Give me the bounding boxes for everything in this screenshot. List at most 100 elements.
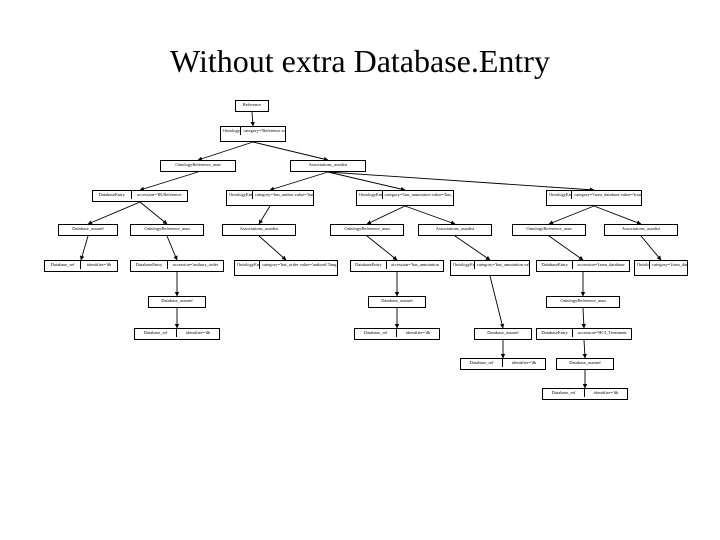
diagram-node-cell: DatabaseEntry [537,261,572,269]
diagram-node: DatabaseEntryaccession='has_annotation [350,260,444,272]
diagram-edge [549,206,594,224]
diagram-node-cell: Database_ref [543,389,584,397]
diagram-edge [594,206,641,224]
diagram-node-cell: OntologyEntry [635,261,649,269]
diagram-node-cell: Database_ref [355,329,396,337]
diagram-node-cell: Associations_assnlist [419,225,491,233]
diagram-node-cell: Database_ref [461,359,502,367]
diagram-edge [198,142,253,160]
diagram-edge [88,202,140,224]
diagram-node-cell: Database_assnref [557,359,613,367]
diagram-node: Associations_assnlist [222,224,296,236]
diagram-node: OntologyReference_assn [512,224,586,236]
diagram-node-cell: Database_ref [45,261,80,269]
diagram-node: Database_refidentifier='db [354,328,440,340]
diagram-node: DatabaseEntryaccession='authors_order [130,260,224,272]
diagram-node-cell: DatabaseEntry [351,261,386,269]
diagram-node: Reference [235,100,269,112]
diagram-edge [140,202,167,224]
diagram-edge [140,172,198,190]
diagram-node: OntologyEntrycategory='has_annotation va… [450,260,530,276]
diagram-node: OntologyReference_assn [160,160,236,172]
diagram-node-cell: identifier='db [584,389,627,397]
diagram-node-cell: OntologyEntry [357,191,382,199]
diagram-node: OntologyEntrycategory='has_author value=… [226,190,314,206]
diagram-node-cell: category='has_annotation value='MISH [474,261,529,269]
diagram-node-cell: Associations_assnlist [223,225,295,233]
diagram-node-cell: Database_assnref [475,329,531,337]
diagram-node: Database_refidentifier='db [44,260,118,272]
diagram-node-cell: Database_ref [135,329,176,337]
diagram-edge [367,206,405,224]
diagram-node-cell: OntologyEntry [451,261,474,269]
diagram-node: OntologyReference_assn [330,224,404,236]
diagram-node: OntologyEntrycategory='has_order value='… [234,260,338,276]
diagram-node-cell: category='from_database value='from_data… [571,191,641,199]
page-title: Without extra Database.Entry [0,43,720,80]
diagram-edge [490,276,503,328]
diagram-node: Database_assnref [148,296,206,308]
diagram-node: Database_assnref [58,224,118,236]
diagram-edge [253,142,328,160]
diagram-edge [81,236,88,260]
diagram-node: Database_refidentifier='db [542,388,628,400]
edge-layer [30,80,690,510]
diagram-node: Database_refidentifier='db [134,328,220,340]
diagram-node: OntologyEntrycategory='from_database val… [546,190,642,206]
diagram-edge [405,206,455,224]
diagram-edge [583,308,584,328]
diagram-node: Associations_assnlist [290,160,366,172]
diagram-node-cell: accession='authors_order [167,261,223,269]
diagram-node: OntologyEntrycategory='from_database val… [634,260,688,276]
diagram-edge [549,236,583,260]
diagram-node-cell: category='has_annotation value='has_anno… [382,191,454,199]
diagram-node: OntologyEntrycategory='Reference accessi… [220,126,286,142]
diagram-node-cell: OntologyReference_assn [161,161,235,169]
diagram-node-cell: Reference [236,101,268,109]
diagram-node-cell: category='from_database value='HCI_Treat… [649,261,687,269]
diagram-node-cell: DatabaseEntry [537,329,572,337]
diagram-node-cell: category='has_order value='author#.Tang.… [259,261,337,269]
diagram-edge [167,236,177,260]
diagram-node: Database_refidentifier='db [460,358,546,370]
diagram-node: Database_assnref [556,358,614,370]
diagram-node-cell: OntologyEntry [221,127,240,135]
diagram-node-cell: accession='has_annotation [386,261,443,269]
diagram-node-cell: identifier='db [396,329,439,337]
diagram-node: Associations_assnlist [418,224,492,236]
diagram-node-cell: accession='HCI_Treatment [572,329,631,337]
diagram-node: DatabaseEntryaccession='HCI_Treatment [536,328,632,340]
diagram-node-cell: category='has_author value='has_author [252,191,313,199]
diagram-edge [252,112,253,126]
diagram-canvas: ReferenceOntologyEntrycategory='Referenc… [30,80,690,510]
diagram-node-cell: Associations_assnlist [291,161,365,169]
diagram-edge [367,236,397,260]
diagram-node-cell: OntologyEntry [235,261,259,269]
diagram-node: DatabaseEntryaccession='IR.Reference [92,190,188,202]
diagram-node-cell: OntologyReference_assn [331,225,403,233]
diagram-edge [455,236,490,260]
diagram-edge [270,172,328,190]
diagram-edge [259,236,286,260]
diagram-node-cell: Database_assnref [59,225,117,233]
diagram-node: DatabaseEntryaccession='from_database [536,260,630,272]
diagram-node-cell: category='Reference accessionVersion [240,127,285,135]
diagram-node-cell: OntologyEntry [547,191,571,199]
diagram-node-cell: accession='from_database [572,261,629,269]
diagram-node-cell: DatabaseEntry [93,191,131,199]
diagram-node-cell: identifier='db [176,329,219,337]
diagram-node-cell: identifier='db [80,261,117,269]
diagram-node-cell: accession='IR.Reference [131,191,187,199]
diagram-node-cell: Database_assnref [149,297,205,305]
diagram-edge [641,236,661,260]
diagram-node-cell: OntologyReference_assn [131,225,203,233]
diagram-node: OntologyEntrycategory='has_annotation va… [356,190,454,206]
diagram-node: OntologyReference_assn [130,224,204,236]
diagram-node-cell: Database_assnref [369,297,425,305]
diagram-node: Database_assnref [474,328,532,340]
diagram-node-cell: OntologyReference_assn [547,297,619,305]
diagram-node-cell: identifier='db [502,359,545,367]
diagram-node-cell: DatabaseEntry [131,261,167,269]
diagram-node: Associations_assnlist [604,224,678,236]
diagram-node: OntologyReference_assn [546,296,620,308]
